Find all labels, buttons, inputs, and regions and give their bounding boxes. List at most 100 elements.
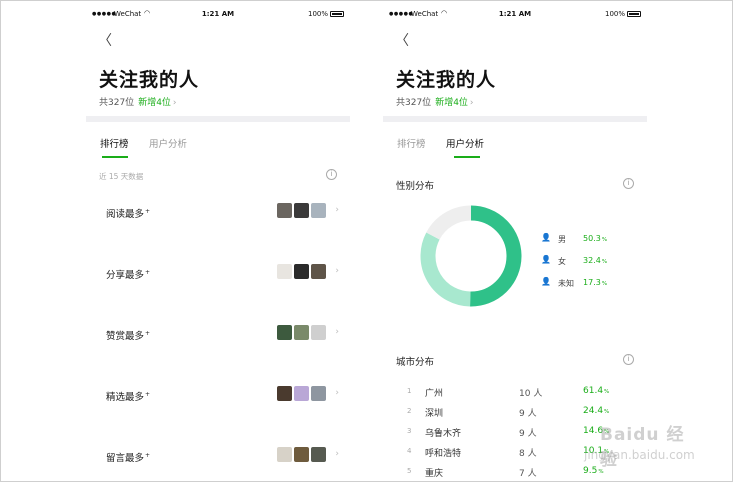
battery-icon [330,11,344,17]
tab-bar: 排行榜 用户分析 [86,122,350,158]
baidu-jingyan-watermark: Baidu 经验 jingyan.baidu.com [560,410,700,470]
ranking-row-label: 赞赏最多+ [106,329,151,342]
info-icon[interactable]: i [623,354,634,365]
info-icon[interactable]: i [326,169,337,180]
gender-section-title: 性别分布 [396,181,435,192]
info-icon[interactable]: i [623,178,634,189]
avatar [277,264,292,279]
page-title: 关注我的人 [396,69,497,91]
city-rank: 4 [407,447,412,455]
ranking-row-label: 分享最多+ [106,268,151,281]
chevron-left-icon[interactable]: 〈 [395,30,409,50]
city-rank: 5 [407,467,412,475]
donut-slice-0 [469,205,522,307]
city-section-title: 城市分布 [396,357,435,368]
gender-label: 女 [558,257,566,266]
follower-summary: 共327位 新增4位 › [99,95,177,108]
ranking-row-label: 精选最多+ [106,390,151,403]
tab-user-analysis[interactable]: 用户分析 [446,136,484,150]
city-rank: 1 [407,387,412,395]
gender-percent: 17.3% [583,278,608,287]
gender-legend-item: 👤 女 32.4% [541,254,631,268]
avatar-group [275,264,326,280]
gender-percent: 50.3% [583,234,608,243]
gender-legend-item: 👤 男 50.3% [541,232,631,246]
city-rank: 2 [407,407,412,415]
gender-percent: 32.4% [583,256,608,265]
avatar-group [275,447,326,463]
avatar [294,203,309,218]
ranking-row[interactable]: 赞赏最多+ › [86,322,350,346]
chevron-right-icon: › [335,388,339,398]
chevron-left-icon[interactable]: 〈 [98,30,112,50]
data-range-hint: 近 15 天数据 [99,172,144,181]
new-followers-link[interactable]: 新增4位 [138,98,171,108]
avatar [277,386,292,401]
gender-legend-item: 👤 未知 17.3% [541,276,631,290]
avatar-group [275,325,326,341]
status-bar: ●●●●● WeChat ◠ 1:21 AM 100% [383,4,647,24]
battery-percent: 100% [604,10,625,18]
avatar [277,203,292,218]
tab-ranking[interactable]: 排行榜 [397,136,426,150]
ranking-row[interactable]: 精选最多+ › [86,383,350,407]
ranking-panel: 排行榜 用户分析 近 15 天数据 i 阅读最多+ › 分享最多+ › 赞赏最多+ › 精选… [86,122,350,478]
active-tab-indicator [102,156,128,158]
ranking-row-label: 留言最多+ [106,451,151,464]
city-count: 9 人 [519,429,537,439]
city-name: 呼和浩特 [425,449,462,459]
avatar [294,325,309,340]
city-count: 8 人 [519,449,537,459]
gender-label: 男 [558,235,566,244]
status-bar: ●●●●● WeChat ◠ 1:21 AM 100% [86,4,350,24]
watermark-text: Baidu 经验 [600,425,685,470]
page-title: 关注我的人 [99,69,200,91]
header-card: 〈 关注我的人 共327位 新增4位 › [86,24,350,116]
city-name: 重庆 [425,469,444,478]
avatar-group [275,203,326,219]
person-icon: 👤 [541,233,551,242]
city-count: 10 人 [519,389,543,399]
follower-total: 共327位 [396,98,432,108]
chevron-right-icon: › [335,266,339,276]
ranking-row-label: 阅读最多+ [106,207,151,220]
ranking-row[interactable]: 分享最多+ › [86,261,350,285]
chevron-right-icon: › [469,98,474,108]
donut-slice-1 [420,232,471,307]
ranking-row[interactable]: 留言最多+ › [86,444,350,468]
avatar [311,447,326,462]
avatar [294,386,309,401]
avatar [311,386,326,401]
phone-user-analysis-screen: ●●●●● WeChat ◠ 1:21 AM 100% 〈 关注我的人 共327… [383,4,647,478]
tab-ranking[interactable]: 排行榜 [100,136,129,150]
header-card: 〈 关注我的人 共327位 新增4位 › [383,24,647,116]
avatar [311,203,326,218]
donut-slice-2 [426,205,472,240]
avatar [294,264,309,279]
person-icon: 👤 [541,255,551,264]
watermark-url: jingyan.baidu.com [584,448,695,462]
follower-summary: 共327位 新增4位 › [396,95,474,108]
new-followers-link[interactable]: 新增4位 [435,98,468,108]
ranking-row[interactable]: 阅读最多+ › [86,200,350,224]
chevron-right-icon: › [172,98,177,108]
tab-user-analysis[interactable]: 用户分析 [149,136,187,150]
follower-total: 共327位 [99,98,135,108]
tab-bar: 排行榜 用户分析 [383,122,647,158]
chevron-right-icon: › [335,205,339,215]
avatar [277,447,292,462]
avatar [311,264,326,279]
city-row: 1 广州 10 人 61.4% [383,384,647,402]
avatar [311,325,326,340]
city-name: 深圳 [425,409,444,419]
avatar [277,325,292,340]
battery-percent: 100% [307,10,328,18]
city-count: 9 人 [519,409,537,419]
city-name: 广州 [425,389,444,399]
gender-label: 未知 [558,279,574,288]
person-icon: 👤 [541,277,551,286]
city-name: 乌鲁木齐 [425,429,462,439]
avatar-group [275,386,326,402]
chevron-right-icon: › [335,327,339,337]
phone-ranking-screen: ●●●●● WeChat ◠ 1:21 AM 100% 〈 关注我的人 共327… [86,4,350,478]
